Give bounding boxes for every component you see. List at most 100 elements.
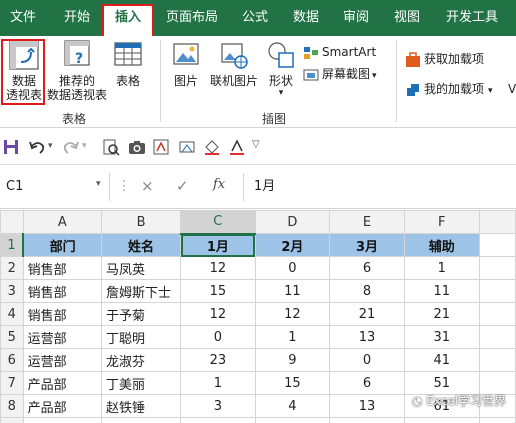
cell-c3[interactable]: 15	[180, 279, 256, 303]
cell-d9[interactable]: 23	[254, 417, 331, 423]
column-header-b[interactable]: B	[101, 210, 182, 234]
cell-overflow[interactable]	[478, 348, 516, 372]
cell-overflow[interactable]	[478, 325, 516, 349]
cell-d3[interactable]: 11	[254, 279, 331, 303]
redo-icon[interactable]	[62, 138, 80, 156]
tab-data[interactable]: 数据	[293, 0, 319, 36]
tab-page-layout[interactable]: 页面布局	[166, 0, 218, 36]
formula-input[interactable]: 1月	[243, 173, 516, 201]
cell-c1[interactable]: 1月	[180, 233, 256, 257]
cell-f6[interactable]: 41	[403, 348, 480, 372]
name-box[interactable]: C1	[0, 173, 110, 201]
redo-dropdown-icon[interactable]: ▾	[82, 141, 87, 151]
cell-overflow[interactable]	[478, 256, 516, 280]
insert-function-icon[interactable]: fx	[213, 177, 225, 192]
format-painter-icon[interactable]	[152, 138, 170, 156]
cell-b1[interactable]: 姓名	[101, 233, 182, 257]
tab-file[interactable]: 文件	[10, 0, 36, 36]
picture-button[interactable]: 图片	[168, 40, 204, 88]
column-header-f[interactable]: F	[403, 210, 480, 234]
cell-a3[interactable]: 销售部	[22, 279, 103, 303]
recommended-pivot-button[interactable]: ? 推荐的 数据透视表	[46, 40, 108, 102]
cell-b7[interactable]: 丁美丽	[101, 371, 182, 395]
my-addins-button[interactable]: 我的加载项 ▾	[405, 80, 493, 98]
shape-icon[interactable]	[178, 138, 196, 156]
cell-c7[interactable]: 1	[180, 371, 256, 395]
cell-b8[interactable]: 赵铁锤	[101, 394, 182, 418]
tab-home[interactable]: 开始	[64, 0, 90, 36]
addin-overflow[interactable]: V	[508, 80, 516, 98]
row-header-1[interactable]: 1	[0, 233, 25, 257]
screenshot-button[interactable]: 屏幕截图 ▾	[303, 65, 377, 83]
row-header-5[interactable]: 5	[0, 325, 24, 349]
cell-b9[interactable]: 郑德勇	[101, 417, 182, 423]
cell-b6[interactable]: 龙淑芬	[101, 348, 182, 372]
cell-overflow[interactable]	[478, 233, 516, 257]
undo-icon[interactable]	[28, 138, 46, 156]
column-header-c[interactable]: C	[180, 210, 256, 235]
tab-review[interactable]: 审阅	[343, 0, 369, 36]
cell-e3[interactable]: 8	[329, 279, 405, 303]
row-header-9[interactable]: 9	[0, 417, 24, 423]
cell-a4[interactable]: 销售部	[22, 302, 103, 326]
name-box-dropdown-icon[interactable]: ▾	[96, 179, 101, 189]
enter-icon[interactable]: ✓	[176, 177, 189, 195]
smartart-button[interactable]: SmartArt	[303, 43, 376, 61]
column-header-a[interactable]: A	[22, 210, 103, 234]
cell-e8[interactable]: 13	[329, 394, 405, 418]
camera-icon[interactable]	[128, 138, 146, 156]
column-header-d[interactable]: D	[254, 210, 331, 234]
table-button[interactable]: 表格	[110, 40, 146, 88]
tab-formulas[interactable]: 公式	[242, 0, 268, 36]
cell-f9[interactable]: 71	[403, 417, 480, 423]
cell-a1[interactable]: 部门	[22, 233, 103, 257]
cell-f1[interactable]: 辅助	[403, 233, 480, 257]
cell-d5[interactable]: 1	[254, 325, 331, 349]
cell-e5[interactable]: 13	[329, 325, 405, 349]
cell-e7[interactable]: 6	[329, 371, 405, 395]
cell-e2[interactable]: 6	[329, 256, 405, 280]
row-header-4[interactable]: 4	[0, 302, 24, 326]
cell-c9[interactable]: 10	[180, 417, 256, 423]
cell-a7[interactable]: 产品部	[22, 371, 103, 395]
customize-qat-icon[interactable]: ▽	[252, 139, 260, 150]
cell-e6[interactable]: 0	[329, 348, 405, 372]
cell-f3[interactable]: 11	[403, 279, 480, 303]
cell-d7[interactable]: 15	[254, 371, 331, 395]
cell-e9[interactable]: 0	[329, 417, 405, 423]
font-color-icon[interactable]	[228, 138, 246, 156]
print-preview-icon[interactable]	[102, 138, 120, 156]
row-header-2[interactable]: 2	[0, 256, 24, 280]
cell-d4[interactable]: 12	[254, 302, 331, 326]
cell-overflow[interactable]	[478, 302, 516, 326]
save-icon[interactable]	[3, 138, 19, 156]
cell-c2[interactable]: 12	[180, 256, 256, 280]
column-header-overflow[interactable]	[478, 210, 516, 234]
cell-f4[interactable]: 21	[403, 302, 480, 326]
select-all-corner[interactable]	[0, 210, 24, 234]
row-header-7[interactable]: 7	[0, 371, 24, 395]
cell-d6[interactable]: 9	[254, 348, 331, 372]
cell-a5[interactable]: 运营部	[22, 325, 103, 349]
cell-a9[interactable]: 研发部	[22, 417, 103, 423]
row-header-6[interactable]: 6	[0, 348, 24, 372]
cell-a6[interactable]: 运营部	[22, 348, 103, 372]
cell-b4[interactable]: 于予菊	[101, 302, 182, 326]
get-addins-button[interactable]: 获取加载项	[405, 50, 484, 68]
row-header-8[interactable]: 8	[0, 394, 24, 418]
cell-b3[interactable]: 詹姆斯下士	[101, 279, 182, 303]
cell-f2[interactable]: 1	[403, 256, 480, 280]
cell-f5[interactable]: 31	[403, 325, 480, 349]
cell-e1[interactable]: 3月	[329, 233, 405, 257]
cell-d8[interactable]: 4	[254, 394, 331, 418]
cell-c6[interactable]: 23	[180, 348, 256, 372]
cell-b2[interactable]: 马凤英	[101, 256, 182, 280]
cell-c5[interactable]: 0	[180, 325, 256, 349]
undo-dropdown-icon[interactable]: ▾	[48, 141, 53, 151]
tab-view[interactable]: 视图	[394, 0, 420, 36]
cell-overflow[interactable]	[478, 279, 516, 303]
column-header-e[interactable]: E	[329, 210, 405, 234]
online-picture-button[interactable]: 联机图片	[206, 40, 262, 88]
cell-a8[interactable]: 产品部	[22, 394, 103, 418]
cell-c8[interactable]: 3	[180, 394, 256, 418]
